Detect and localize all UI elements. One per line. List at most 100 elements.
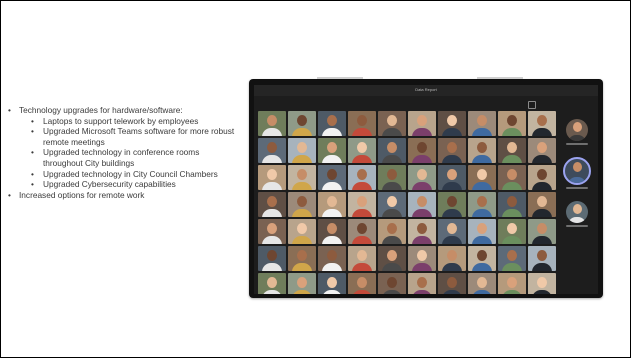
participant-video-tile [468,138,496,163]
participant-body [382,236,402,244]
participant-video-tile [498,111,526,136]
participant-body [322,182,342,190]
participant-video-tile [438,273,466,294]
participant-head [507,169,517,180]
sub-bullet-text: Upgraded Microsoft Teams software for mo… [43,126,235,147]
participant-body [532,236,552,244]
participant-body [292,128,312,136]
participant-body [502,128,522,136]
layout-icon [528,101,536,109]
sidebar-participant-avatar [566,119,588,141]
participant-body [352,236,372,244]
participant-video-tile [408,273,436,294]
participant-video-tile [348,165,376,190]
participant-body [502,236,522,244]
participant-body [532,263,552,271]
participant-head [507,250,517,261]
participant-body [292,263,312,271]
participant-body [412,290,432,294]
participant-head [387,196,397,207]
participant-body [382,209,402,217]
participant-video-tile [378,219,406,244]
participant-body [352,209,372,217]
participant-head [537,169,547,180]
participant-body [502,209,522,217]
participant-head [447,250,457,261]
participant-video-tile [468,165,496,190]
participant-head [387,277,397,288]
participant-head [447,115,457,126]
participant-head [297,115,307,126]
participant-head [507,223,517,234]
participant-video-tile [528,192,556,217]
sub-bullet-conference-rooms: Upgraded technology in conference rooms … [19,147,235,168]
participant-body [568,177,586,183]
sub-bullet-text: Upgraded technology in City Council Cham… [43,168,218,179]
participant-video-tile [258,192,286,217]
participant-name-placeholder [566,187,588,193]
participant-video-tile [288,192,316,217]
sub-bullet-teams: Upgraded Microsoft Teams software for mo… [19,126,235,147]
laptop-hinge-highlight [477,77,523,79]
participant-head [327,142,337,153]
participant-head [417,115,427,126]
participant-body [292,209,312,217]
participant-body [262,155,282,163]
participant-body [382,182,402,190]
participant-video-tile [348,273,376,294]
participant-body [472,290,492,294]
participant-video-tile [288,246,316,271]
participant-video-tile [258,111,286,136]
meeting-titlebar: Data Report [254,85,598,96]
participant-body [382,290,402,294]
participant-video-tile [318,246,346,271]
participant-body [322,290,342,294]
participant-head [507,115,517,126]
participant-head [327,115,337,126]
participant-body [262,236,282,244]
active-speaker-avatar [563,157,591,185]
participant-head [267,169,277,180]
participant-video-tile [288,165,316,190]
participant-body [568,217,586,223]
participant-head [507,277,517,288]
participant-body [442,209,462,217]
participant-video-tile [528,111,556,136]
participant-head [477,223,487,234]
participant-body [442,182,462,190]
participant-head [327,277,337,288]
participant-video-tile [498,273,526,294]
participant-body [502,182,522,190]
participant-head [417,223,427,234]
participant-body [322,155,342,163]
participant-head [267,142,277,153]
participant-video-tile [468,246,496,271]
participant-video-tile [258,138,286,163]
bullet-remote-work: Increased options for remote work [7,190,235,201]
participant-head [357,277,367,288]
participant-body [442,128,462,136]
sub-bullet-cybersecurity: Upgraded Cybersecurity capabilities [19,179,235,190]
participant-video-tile [348,111,376,136]
participant-body [322,263,342,271]
sub-bullet-council-chambers: Upgraded technology in City Council Cham… [19,169,235,180]
participant-body [532,182,552,190]
participant-body [262,263,282,271]
participant-video-tile [318,192,346,217]
participant-video-tile [438,111,466,136]
participant-video-tile [318,219,346,244]
participant-video-tile [318,138,346,163]
participant-video-tile [408,138,436,163]
participant-video-tile [258,165,286,190]
bullet-text: Technology upgrades for hardware/softwar… [19,105,183,115]
sidebar-participant-avatar [566,201,588,223]
participant-video-tile [468,273,496,294]
participant-body [352,290,372,294]
participant-video-tile [378,192,406,217]
participant-head [477,250,487,261]
participant-head [297,196,307,207]
participant-body [412,263,432,271]
participant-body [442,263,462,271]
participant-video-tile [348,192,376,217]
sub-bullet-text: Upgraded technology in conference rooms … [43,147,200,168]
